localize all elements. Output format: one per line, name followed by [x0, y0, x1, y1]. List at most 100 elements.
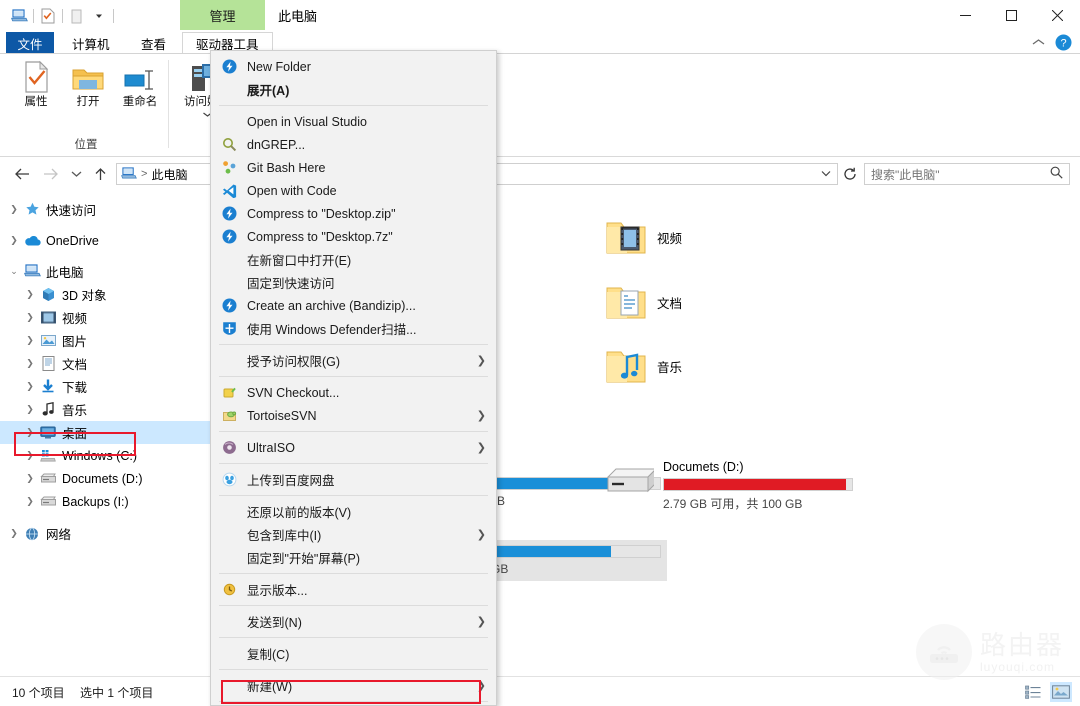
sidebar-item-music[interactable]: ❯ 音乐 [0, 398, 210, 421]
drive-usage-fill [664, 479, 847, 490]
sidebar-item-network[interactable]: ❯ 网络 [0, 522, 210, 545]
chevron-right-icon: ❯ [476, 680, 486, 692]
search-box[interactable]: 搜索"此电脑" [864, 163, 1070, 185]
sidebar-item-onedrive[interactable]: ❯ OneDrive [0, 229, 210, 252]
sidebar-item-videos[interactable]: ❯ 视频 [0, 306, 210, 329]
sidebar-item-this-pc[interactable]: ⌄ 此电脑 [0, 260, 210, 283]
chevron-right-icon[interactable]: ❯ [22, 289, 38, 300]
properties-icon[interactable] [37, 6, 59, 26]
tab-computer[interactable]: 计算机 [58, 32, 124, 54]
menu-separator [219, 573, 488, 574]
chevron-right-icon[interactable]: ❯ [22, 381, 38, 392]
chevron-right-icon[interactable]: ❯ [22, 312, 38, 323]
menu-item-open-in-visual-studio[interactable]: Open in Visual Studio [211, 110, 496, 133]
tiles-view-icon[interactable] [1050, 682, 1072, 702]
baidu-netdisk-icon [211, 472, 247, 487]
menu-item-expand[interactable]: 展开(A) [211, 78, 496, 101]
chevron-right-icon[interactable]: ❯ [22, 496, 38, 507]
menu-item-tortoisesvn[interactable]: TortoiseSVN ❯ [211, 404, 496, 427]
menu-item-new[interactable]: 新建(W) ❯ [211, 674, 496, 697]
menu-item-show-versions[interactable]: 显示版本... [211, 578, 496, 601]
tab-view[interactable]: 查看 [127, 32, 181, 54]
sidebar-item-downloads[interactable]: ❯ 下载 [0, 375, 210, 398]
ribbon-button-open[interactable]: 打开 [62, 60, 114, 109]
menu-separator [219, 376, 488, 377]
chevron-right-icon[interactable]: ❯ [22, 473, 38, 484]
menu-item-ultraiso[interactable]: UltraISO ❯ [211, 436, 496, 459]
list-item[interactable]: 音乐 [603, 343, 682, 389]
bandizip-blue-icon [211, 206, 247, 221]
list-item[interactable]: 9.9 GB [471, 540, 667, 581]
refresh-button[interactable] [840, 164, 860, 184]
breadcrumb-dropdown-icon[interactable] [821, 169, 833, 180]
maximize-button[interactable] [988, 0, 1034, 30]
sidebar-item-3d-objects[interactable]: ❯ 3D 对象 [0, 283, 210, 306]
this-pc-icon[interactable] [8, 6, 30, 26]
context-menu: New Folder 展开(A) Open in Visual Studio d… [210, 50, 497, 706]
chevron-right-icon[interactable]: ❯ [6, 528, 22, 539]
ribbon-button-rename[interactable]: 重命名 [114, 60, 166, 109]
menu-item-send-to[interactable]: 发送到(N) ❯ [211, 610, 496, 633]
sidebar-item-label: Documets (D:) [62, 471, 143, 486]
sidebar-item-pictures[interactable]: ❯ 图片 [0, 329, 210, 352]
sidebar-item-desktop[interactable]: ❯ 桌面 [0, 421, 210, 444]
sidebar-item-documets-d[interactable]: ❯ Documets (D:) [0, 467, 210, 490]
windows-drive-icon [38, 449, 58, 463]
menu-item-pin-to-quick-access[interactable]: 固定到快速访问 [211, 271, 496, 294]
back-button[interactable] [10, 162, 34, 186]
menu-item-grant-access[interactable]: 授予访问权限(G) ❯ [211, 349, 496, 372]
list-item[interactable]: 视频 [603, 214, 682, 260]
contextual-tab-drive-tools[interactable]: 管理 [180, 0, 265, 30]
menu-item-copy[interactable]: 复制(C) [211, 642, 496, 665]
recent-locations-button[interactable] [64, 162, 88, 186]
chevron-right-icon[interactable]: ❯ [22, 450, 38, 461]
breadcrumb-separator[interactable]: > [141, 168, 147, 180]
explorer-window: 管理 此电脑 文件 计算机 查看 驱动器工具 ? 属性 打开 重命名 位置 访问… [0, 0, 1080, 706]
list-item-documets-d[interactable]: Documets (D:) 2.79 GB 可用，共 100 GB [601, 458, 853, 512]
menu-item-restore-previous-versions[interactable]: 还原以前的版本(V) [211, 500, 496, 523]
menu-item-include-in-library[interactable]: 包含到库中(I) ❯ [211, 523, 496, 546]
chevron-right-icon[interactable]: ❯ [6, 204, 22, 215]
menu-item-pin-to-start[interactable]: 固定到"开始"屏幕(P) [211, 546, 496, 569]
sidebar-item-label: OneDrive [46, 233, 99, 248]
sidebar-item-backups-i[interactable]: ❯ Backups (I:) [0, 490, 210, 513]
menu-item-windows-defender-scan[interactable]: 使用 Windows Defender扫描... [211, 317, 496, 340]
chevron-right-icon[interactable]: ❯ [22, 358, 38, 369]
bandizip-blue-icon [211, 59, 247, 74]
menu-item-open-in-new-window[interactable]: 在新窗口中打开(E) [211, 248, 496, 271]
forward-button[interactable] [38, 162, 62, 186]
menu-item-label: 固定到快速访问 [247, 277, 335, 291]
menu-item-svn-checkout[interactable]: SVN Checkout... [211, 381, 496, 404]
menu-item-git-bash-here[interactable]: Git Bash Here [211, 156, 496, 179]
details-view-icon[interactable] [1022, 682, 1044, 702]
breadcrumb-this-pc[interactable]: 此电脑 [151, 166, 187, 183]
ribbon-button-properties[interactable]: 属性 [10, 60, 62, 109]
close-button[interactable] [1034, 0, 1080, 30]
menu-item-label: 复制(C) [247, 648, 290, 662]
chevron-right-icon[interactable]: ❯ [6, 235, 22, 246]
list-item[interactable]: 文档 [603, 279, 682, 325]
up-button[interactable] [88, 162, 112, 186]
search-icon [1050, 166, 1063, 182]
chevron-right-icon[interactable]: ❯ [22, 427, 38, 438]
sidebar-item-quick-access[interactable]: ❯ 快速访问 [0, 198, 210, 221]
chevron-down-icon[interactable]: ⌄ [6, 266, 22, 277]
customize-dropdown-icon[interactable] [88, 6, 110, 26]
collapse-ribbon-button[interactable] [1032, 38, 1045, 50]
chevron-right-icon[interactable]: ❯ [22, 335, 38, 346]
chevron-right-icon[interactable]: ❯ [22, 404, 38, 415]
menu-item-compress-7z[interactable]: Compress to "Desktop.7z" [211, 225, 496, 248]
menu-item-open-with-code[interactable]: Open with Code [211, 179, 496, 202]
new-folder-icon[interactable] [66, 6, 88, 26]
sidebar-item-documents[interactable]: ❯ 文档 [0, 352, 210, 375]
tab-file[interactable]: 文件 [6, 32, 54, 54]
menu-item-upload-to-baidu-netdisk[interactable]: 上传到百度网盘 [211, 468, 496, 491]
menu-item-dngrep[interactable]: dnGREP... [211, 133, 496, 156]
help-icon[interactable]: ? [1055, 34, 1072, 54]
menu-item-compress-zip[interactable]: Compress to "Desktop.zip" [211, 202, 496, 225]
sidebar-item-windows-c[interactable]: ❯ Windows (C:) [0, 444, 210, 467]
minimize-button[interactable] [942, 0, 988, 30]
menu-item-new-folder[interactable]: New Folder [211, 55, 496, 78]
search-input[interactable]: 搜索"此电脑" [871, 166, 940, 183]
menu-item-create-archive-bandizip[interactable]: Create an archive (Bandizip)... [211, 294, 496, 317]
